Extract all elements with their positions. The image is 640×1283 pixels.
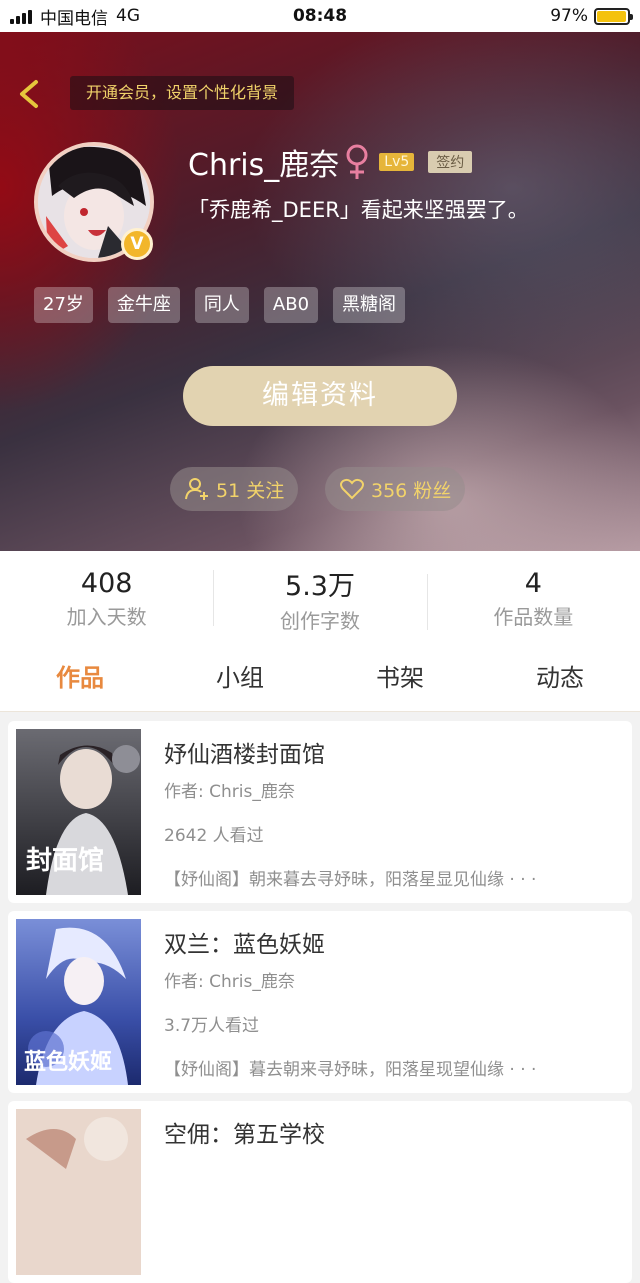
stat-value: 5.3万 bbox=[285, 570, 355, 602]
tab-bookshelf[interactable]: 书架 bbox=[320, 646, 480, 711]
vip-background-banner[interactable]: 开通会员，设置个性化背景 bbox=[70, 76, 295, 110]
following-button[interactable]: 51 关注 bbox=[170, 467, 299, 511]
stat-days: 408 加入天数 bbox=[0, 568, 213, 630]
battery-icon bbox=[594, 7, 633, 25]
cover-illustration: 蓝色妖姬 bbox=[16, 919, 141, 1085]
stat-label: 创作字数 bbox=[279, 608, 360, 633]
tab-groups[interactable]: 小组 bbox=[160, 646, 320, 711]
work-cover bbox=[16, 1109, 141, 1275]
work-author: 作者: Chris_鹿奈 bbox=[164, 972, 295, 992]
work-title: 空佣：第五学校 bbox=[164, 1122, 325, 1148]
username: Chris_鹿奈 bbox=[188, 148, 340, 183]
work-title: 双兰：蓝色妖姬 bbox=[164, 932, 325, 958]
profile-header: 开通会员，设置个性化背景 V Chris_鹿奈 Lv5 签约 「乔鹿希_DEER… bbox=[0, 32, 640, 551]
stat-value: 4 bbox=[524, 567, 542, 599]
back-arrow-icon[interactable] bbox=[14, 76, 50, 112]
work-card[interactable]: 空佣：第五学校 bbox=[8, 1101, 632, 1283]
work-card[interactable]: 封面馆 妤仙酒楼封面馆 作者: Chris_鹿奈 2642 人看过 【妤仙阁】朝… bbox=[8, 721, 632, 903]
tab-works[interactable]: 作品 bbox=[0, 646, 160, 711]
work-card[interactable]: 蓝色妖姬 双兰：蓝色妖姬 作者: Chris_鹿奈 3.7万人看过 【妤仙阁】暮… bbox=[8, 911, 632, 1093]
female-icon bbox=[346, 144, 368, 179]
heart-icon bbox=[340, 478, 364, 500]
following-count: 51 关注 bbox=[216, 479, 285, 502]
clock: 08:48 bbox=[292, 6, 348, 26]
work-author: 作者: Chris_鹿奈 bbox=[164, 782, 295, 802]
level-badge: Lv5 bbox=[379, 153, 415, 171]
cover-illustration: 封面馆 bbox=[16, 729, 141, 895]
edit-profile-button[interactable]: 编辑资料 bbox=[183, 366, 457, 426]
tag-list: 27岁 金牛座 同人 AB0 黑糖阁 bbox=[34, 287, 406, 323]
stat-label: 加入天数 bbox=[66, 604, 147, 629]
bio: 「乔鹿希_DEER」看起来坚强罢了。 bbox=[188, 198, 529, 222]
work-description: 【妤仙阁】暮去朝来寻妤昧，阳落星现望仙缘 · · · bbox=[164, 1060, 537, 1080]
tag-zodiac: 金牛座 bbox=[107, 287, 180, 323]
followers-count: 356 粉丝 bbox=[371, 479, 452, 502]
carrier-label: 中国电信 bbox=[40, 8, 108, 29]
work-views: 3.7万人看过 bbox=[164, 1016, 260, 1036]
work-cover: 蓝色妖姬 bbox=[16, 919, 141, 1085]
verified-badge: V bbox=[121, 228, 153, 260]
tab-activity[interactable]: 动态 bbox=[480, 646, 640, 711]
username-row: Chris_鹿奈 Lv5 签约 bbox=[188, 140, 473, 184]
tag-genre: 同人 bbox=[194, 287, 249, 323]
cover-text: 蓝色妖姬 bbox=[24, 1049, 112, 1075]
work-cover: 封面馆 bbox=[16, 729, 141, 895]
stat-works: 4 作品数量 bbox=[426, 567, 640, 630]
signed-badge: 签约 bbox=[428, 151, 473, 173]
battery-percent: 97% bbox=[550, 6, 588, 26]
work-title: 妤仙酒楼封面馆 bbox=[164, 742, 325, 768]
followers-button[interactable]: 356 粉丝 bbox=[325, 467, 466, 511]
battery-fill bbox=[597, 10, 627, 22]
add-user-icon bbox=[185, 478, 208, 500]
cover-text: 封面馆 bbox=[26, 845, 104, 876]
stats-bar: 408 加入天数 5.3万 创作字数 4 作品数量 bbox=[0, 551, 640, 646]
tag-age: 27岁 bbox=[34, 287, 93, 323]
tag-group: 黑糖阁 bbox=[333, 287, 406, 323]
cover-illustration bbox=[16, 1109, 141, 1275]
tab-bar: 作品 小组 书架 动态 bbox=[0, 646, 640, 712]
tag-type: AB0 bbox=[263, 287, 319, 323]
work-views: 2642 人看过 bbox=[164, 826, 264, 846]
network-label: 4G bbox=[116, 6, 140, 26]
status-bar: 中国电信 4G 08:48 97% bbox=[0, 0, 640, 32]
stat-label: 作品数量 bbox=[493, 604, 574, 629]
stat-value: 408 bbox=[80, 567, 133, 599]
stat-words: 5.3万 创作字数 bbox=[213, 564, 426, 634]
work-description: 【妤仙阁】朝来暮去寻妤昧，阳落星显见仙缘 · · · bbox=[164, 870, 537, 890]
signal-icon bbox=[10, 8, 32, 24]
